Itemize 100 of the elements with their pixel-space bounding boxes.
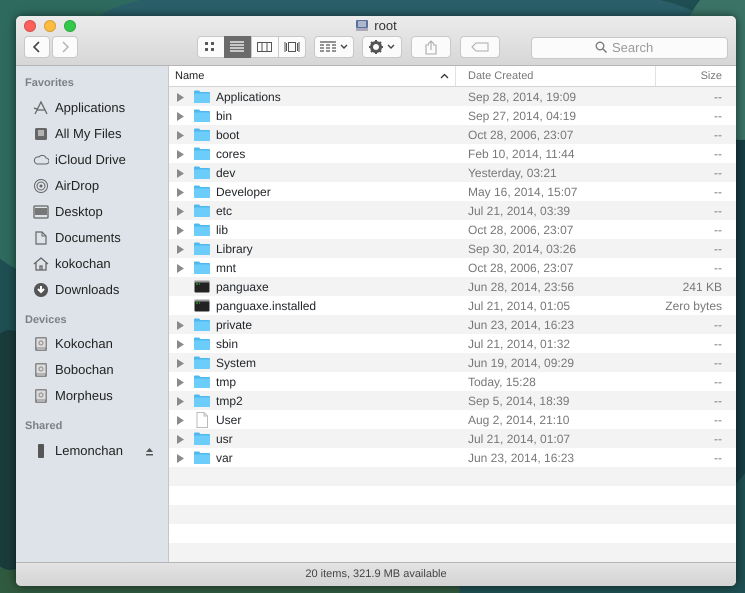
date-created: Jun 19, 2014, 09:29: [468, 356, 574, 370]
minimize-button[interactable]: [44, 20, 56, 32]
file-size: --: [714, 166, 722, 180]
view-button[interactable]: [278, 36, 306, 58]
date-created: Sep 5, 2014, 18:39: [468, 394, 570, 408]
sidebar-item[interactable]: kokochan: [16, 250, 168, 276]
file-name[interactable]: tmp2: [216, 392, 243, 410]
action-button[interactable]: [362, 36, 402, 58]
file-size: --: [714, 242, 722, 256]
file-name[interactable]: panguaxe: [216, 278, 269, 296]
column-header[interactable]: Size: [656, 66, 736, 86]
view-button[interactable]: [224, 36, 252, 58]
file-size: --: [714, 318, 722, 332]
arrange-button[interactable]: [314, 36, 354, 58]
sidebar-item[interactable]: Documents: [16, 224, 168, 250]
file-name[interactable]: mnt: [216, 258, 236, 276]
share-icon: [425, 40, 437, 54]
disclosure-triangle-icon[interactable]: [177, 434, 184, 444]
disclosure-triangle-icon[interactable]: [177, 150, 184, 159]
disclosure-triangle-icon[interactable]: [177, 396, 184, 406]
share-button[interactable]: [411, 36, 451, 58]
disclosure-triangle-icon[interactable]: [177, 188, 184, 197]
back-icon: [33, 41, 41, 53]
date-created: Sep 30, 2014, 03:26: [468, 242, 576, 256]
file-size: --: [714, 90, 722, 104]
view-button[interactable]: [197, 36, 225, 58]
eject-icon: [145, 446, 154, 456]
disclosure-triangle-icon[interactable]: [177, 416, 184, 425]
date-created: Jul 21, 2014, 01:07: [468, 432, 570, 446]
back-button[interactable]: [24, 36, 50, 58]
tag-icon: [471, 42, 489, 52]
file-name[interactable]: bin: [216, 106, 232, 124]
date-created: Jun 28, 2014, 23:56: [468, 280, 574, 294]
folder-icon: [194, 146, 210, 162]
date-created: Sep 28, 2014, 19:09: [468, 90, 576, 104]
date-created: Jun 23, 2014, 16:23: [468, 318, 574, 332]
disclosure-triangle-icon[interactable]: [177, 340, 184, 349]
view-button[interactable]: [251, 36, 279, 58]
disclosure-triangle-icon[interactable]: [177, 168, 184, 178]
sidebar-item[interactable]: Lemonchan: [16, 438, 168, 464]
file-size: --: [714, 108, 722, 122]
file-name[interactable]: etc: [216, 202, 232, 220]
file-name[interactable]: lib: [216, 220, 228, 238]
disclosure-triangle-icon[interactable]: [177, 378, 184, 387]
disclosure-triangle-icon[interactable]: [177, 244, 184, 254]
folder-icon: [194, 164, 210, 180]
disclosure-triangle-icon[interactable]: [177, 320, 184, 330]
disclosure-triangle-icon[interactable]: [177, 206, 184, 216]
date-created: Jul 21, 2014, 03:39: [468, 204, 570, 218]
file-name[interactable]: usr: [216, 430, 233, 448]
disclosure-triangle-icon[interactable]: [177, 454, 184, 463]
file-size: --: [714, 184, 722, 198]
file-name[interactable]: dev: [216, 164, 236, 182]
sidebar-item[interactable]: Bobochan: [16, 357, 168, 383]
disclosure-triangle-icon[interactable]: [177, 130, 184, 140]
disclosure-triangle-icon[interactable]: [177, 92, 184, 102]
close-button[interactable]: [24, 20, 36, 32]
file-name[interactable]: Library: [216, 240, 253, 258]
folder-icon: [194, 126, 210, 142]
files-icon: [33, 126, 49, 142]
search-field[interactable]: Search: [531, 36, 728, 58]
sidebar-item[interactable]: AirDrop: [16, 172, 168, 198]
date-created: May 16, 2014, 15:07: [468, 184, 578, 198]
list-icon: [230, 40, 246, 54]
file-name[interactable]: private: [216, 316, 252, 334]
file-name[interactable]: boot: [216, 126, 240, 144]
file-size: --: [714, 394, 722, 408]
file-name[interactable]: var: [216, 448, 233, 466]
sidebar-item[interactable]: Desktop: [16, 198, 168, 224]
tag-button[interactable]: [460, 36, 500, 58]
file-name[interactable]: tmp: [216, 372, 236, 390]
date-created: Jun 23, 2014, 16:23: [468, 450, 574, 464]
file-name[interactable]: sbin: [216, 334, 238, 352]
document-icon: [33, 230, 49, 246]
file-name[interactable]: panguaxe.installed: [216, 296, 316, 314]
sidebar-item[interactable]: All My Files: [16, 120, 168, 146]
file-name[interactable]: System: [216, 354, 256, 372]
caret-icon: [340, 44, 348, 50]
home-icon: [33, 256, 49, 272]
file-name[interactable]: Applications: [216, 88, 281, 106]
date-created: Jul 21, 2014, 01:32: [468, 336, 570, 350]
file-name[interactable]: Developer: [216, 182, 271, 200]
zoom-button[interactable]: [64, 20, 76, 32]
column-header[interactable]: Date Created: [456, 66, 656, 86]
sidebar-item[interactable]: Downloads: [16, 276, 168, 302]
sidebar-item[interactable]: Applications: [16, 94, 168, 120]
file-name[interactable]: User: [216, 410, 242, 428]
disclosure-triangle-icon[interactable]: [177, 264, 184, 273]
disclosure-triangle-icon[interactable]: [177, 226, 184, 235]
file-name[interactable]: cores: [216, 144, 246, 162]
disclosure-triangle-icon[interactable]: [177, 112, 184, 121]
folder-icon: [194, 316, 210, 332]
folder-icon: [194, 88, 210, 104]
column-header[interactable]: Name: [169, 66, 456, 86]
disclosure-triangle-icon[interactable]: [177, 358, 184, 368]
sidebar-item[interactable]: iCloud Drive: [16, 146, 168, 172]
date-created: Feb 10, 2014, 11:44: [468, 146, 575, 160]
sidebar-item[interactable]: Kokochan: [16, 331, 168, 357]
file-size: --: [714, 204, 722, 218]
sidebar-item[interactable]: Morpheus: [16, 383, 168, 409]
